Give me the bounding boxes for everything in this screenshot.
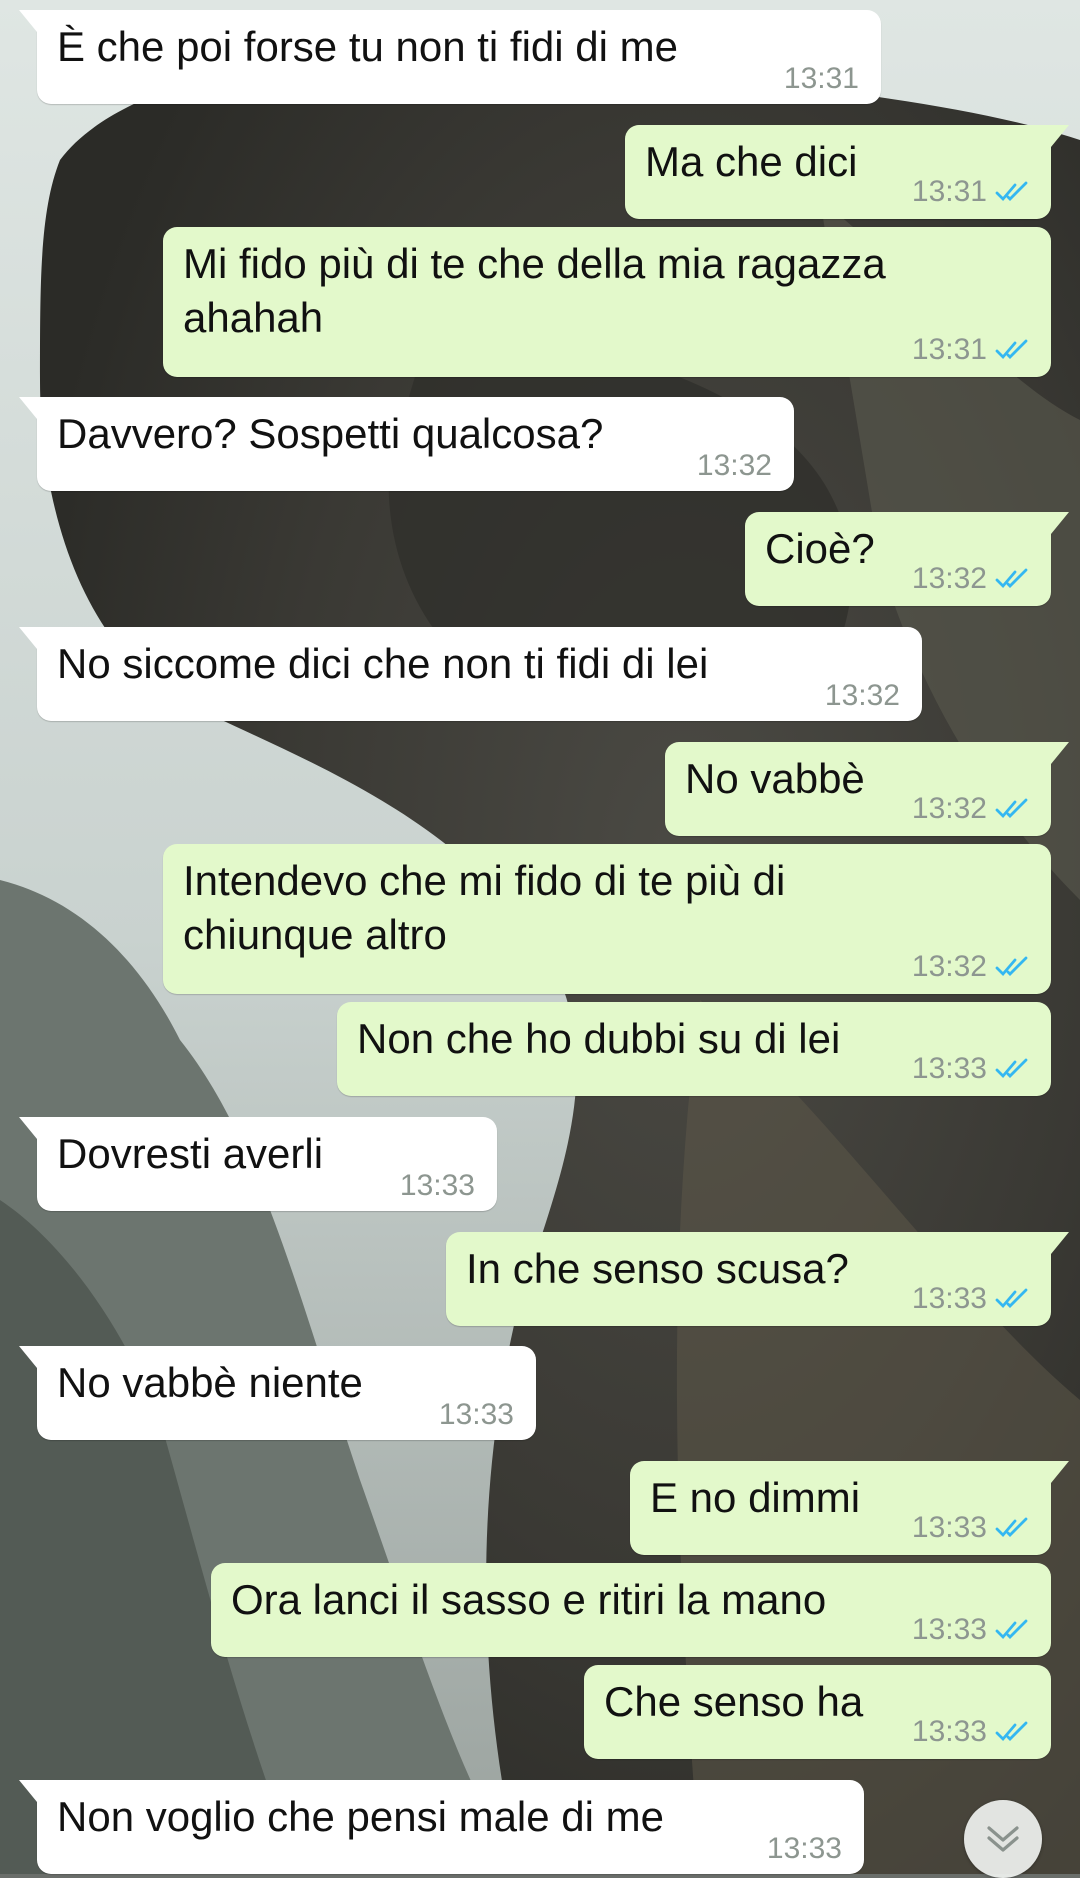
double-chevron-down-icon (987, 1826, 1019, 1852)
double-check-icon (995, 181, 1028, 202)
message-bubble-outgoing[interactable]: Intendevo che mi fido di te più di chiun… (163, 844, 1051, 994)
double-check-icon (995, 1517, 1028, 1538)
message-time: 13:31 (911, 175, 987, 208)
message-time: 13:33 (438, 1398, 514, 1431)
message-meta: 13:32 (912, 562, 1033, 596)
double-check-icon (995, 339, 1028, 360)
message-bubble-outgoing[interactable]: E no dimmi 13:33 (630, 1461, 1069, 1555)
message-meta: 13:33 (400, 1169, 475, 1203)
message-bubble-outgoing[interactable]: Non che ho dubbi su di lei 13:33 (337, 1002, 1051, 1096)
message-bubble-incoming[interactable]: Non voglio che pensi male di me 13:33 (19, 1780, 864, 1874)
double-check-icon (995, 1288, 1028, 1309)
double-check-icon (995, 1058, 1028, 1079)
message-time: 13:32 (696, 449, 772, 482)
message-time: 13:32 (911, 792, 987, 825)
message-bubble-outgoing[interactable]: Ora lanci il sasso e ritiri la mano 13:3… (211, 1563, 1051, 1657)
message-time: 13:32 (824, 679, 900, 712)
message-meta: 13:32 (912, 792, 1033, 826)
message-meta: 13:31 (912, 333, 1033, 367)
message-time: 13:33 (399, 1169, 475, 1202)
message-meta: 13:31 (784, 62, 859, 96)
message-text: È che poi forse tu non ti fidi di me (57, 23, 678, 70)
message-text: No siccome dici che non ti fidi di lei (57, 640, 709, 687)
message-time: 13:33 (766, 1832, 842, 1865)
message-bubble-outgoing[interactable]: No vabbè 13:32 (665, 742, 1069, 836)
message-bubble-incoming[interactable]: Davvero? Sospetti qualcosa? 13:32 (19, 397, 794, 491)
double-check-icon (995, 1721, 1028, 1742)
message-text: Davvero? Sospetti qualcosa? (57, 410, 604, 457)
message-time: 13:31 (783, 62, 859, 95)
message-bubble-incoming[interactable]: È che poi forse tu non ti fidi di me 13:… (19, 10, 881, 104)
message-bubble-incoming[interactable]: No vabbè niente 13:33 (19, 1346, 536, 1440)
message-meta: 13:33 (912, 1613, 1033, 1647)
message-text: Intendevo che mi fido di te più di chiun… (183, 857, 798, 958)
message-time: 13:33 (911, 1052, 987, 1085)
double-check-icon (995, 1619, 1028, 1640)
message-meta: 13:33 (912, 1282, 1033, 1316)
message-time: 13:33 (911, 1715, 987, 1748)
message-time: 13:33 (911, 1282, 987, 1315)
double-check-icon (995, 956, 1028, 977)
message-meta: 13:33 (912, 1715, 1033, 1749)
message-time: 13:33 (911, 1613, 987, 1646)
message-meta: 13:33 (767, 1832, 842, 1866)
message-bubble-outgoing[interactable]: Cioè? 13:32 (745, 512, 1069, 606)
message-list[interactable]: È che poi forse tu non ti fidi di me 13:… (0, 0, 1080, 1874)
message-bubble-outgoing[interactable]: Ma che dici 13:31 (625, 125, 1069, 219)
message-meta: 13:32 (825, 679, 900, 713)
message-meta: 13:33 (912, 1052, 1033, 1086)
scroll-to-bottom-button[interactable] (964, 1800, 1042, 1878)
message-bubble-outgoing[interactable]: Mi fido più di te che della mia ragazza … (163, 227, 1051, 377)
message-meta: 13:32 (697, 449, 772, 483)
message-meta: 13:32 (912, 950, 1033, 984)
message-meta: 13:31 (912, 175, 1033, 209)
message-time: 13:32 (911, 950, 987, 983)
message-time: 13:33 (911, 1511, 987, 1544)
message-meta: 13:33 (912, 1511, 1033, 1545)
message-bubble-outgoing[interactable]: Che senso ha 13:33 (584, 1665, 1051, 1759)
message-time: 13:31 (911, 333, 987, 366)
double-check-icon (995, 568, 1028, 589)
message-text: Mi fido più di te che della mia ragazza … (183, 240, 898, 341)
message-bubble-incoming[interactable]: No siccome dici che non ti fidi di lei 1… (19, 627, 922, 721)
double-check-icon (995, 798, 1028, 819)
message-bubble-outgoing[interactable]: In che senso scusa? 13:33 (446, 1232, 1069, 1326)
message-time: 13:32 (911, 562, 987, 595)
message-bubble-incoming[interactable]: Dovresti averli 13:33 (19, 1117, 497, 1211)
message-text: Non voglio che pensi male di me (57, 1793, 664, 1840)
message-meta: 13:33 (439, 1398, 514, 1432)
